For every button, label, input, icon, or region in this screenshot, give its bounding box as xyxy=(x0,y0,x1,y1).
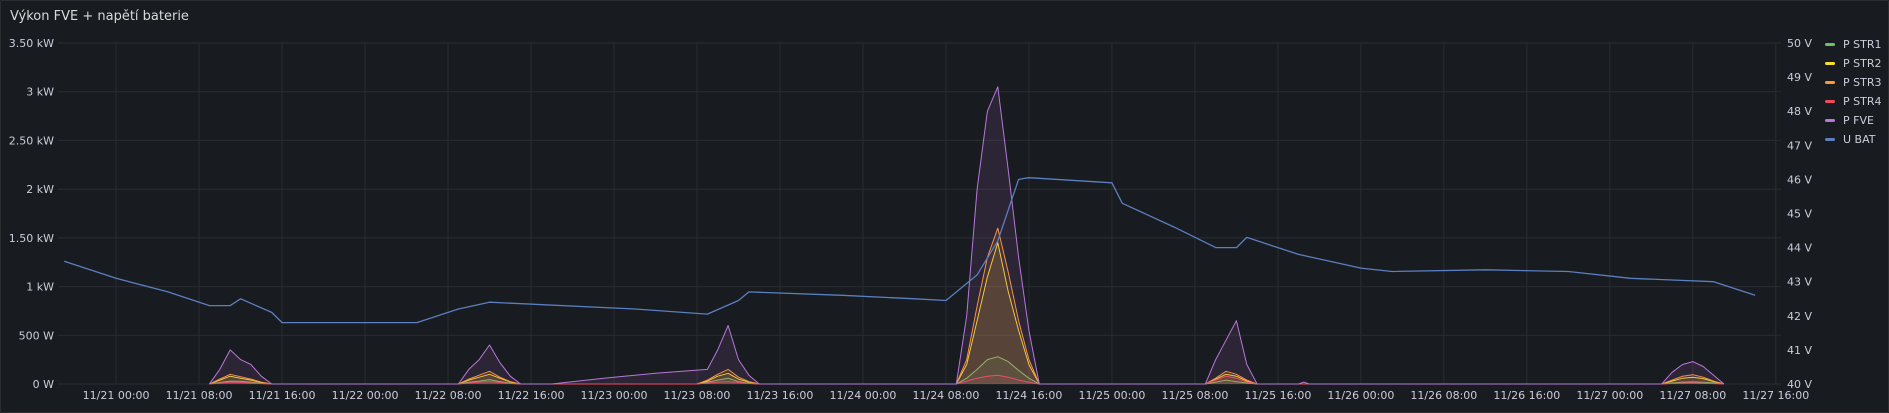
y-left-tick-label: 2.50 kW xyxy=(9,134,54,147)
legend-item[interactable]: P STR1 xyxy=(1825,35,1881,54)
x-tick-label: 11/25 16:00 xyxy=(1244,389,1311,402)
y-left-tick-label: 2 kW xyxy=(26,183,54,196)
x-tick-label: 11/24 00:00 xyxy=(830,389,897,402)
y-left-tick-label: 1 kW xyxy=(26,281,54,294)
y-left-tick-label: 500 W xyxy=(19,329,54,342)
x-tick-label: 11/24 16:00 xyxy=(995,389,1062,402)
x-tick-label: 11/25 08:00 xyxy=(1161,389,1228,402)
x-tick-label: 11/24 08:00 xyxy=(912,389,979,402)
series-u-bat xyxy=(63,177,1756,324)
y-left-tick-label: 1.50 kW xyxy=(9,232,54,245)
x-tick-label: 11/26 16:00 xyxy=(1493,389,1560,402)
x-tick-label: 11/22 16:00 xyxy=(498,389,565,402)
legend-swatch xyxy=(1825,119,1835,122)
x-tick-label: 11/21 00:00 xyxy=(83,389,150,402)
legend-item[interactable]: P STR2 xyxy=(1825,54,1881,73)
legend-swatch xyxy=(1825,100,1835,103)
legend-swatch xyxy=(1825,81,1835,84)
x-tick-label: 11/27 08:00 xyxy=(1659,389,1726,402)
y-left-tick-label: 0 W xyxy=(33,378,54,391)
x-tick-label: 11/27 16:00 xyxy=(1742,389,1809,402)
y-right-tick-label: 42 V xyxy=(1787,310,1812,323)
legend-label: P STR3 xyxy=(1843,76,1882,89)
y-left-tick-label: 3 kW xyxy=(26,86,54,99)
time-series-chart[interactable]: 0 W 500 W 1 kW 1.50 kW 2 kW 2.50 kW 3 kW 3.50 k… xyxy=(1,1,1821,412)
y-right-tick-label: 45 V xyxy=(1787,208,1812,221)
x-tick-label: 11/22 00:00 xyxy=(332,389,399,402)
y-right-tick-label: 44 V xyxy=(1787,242,1812,255)
series-line-u-bat xyxy=(63,177,1756,324)
legend-label: P STR4 xyxy=(1843,95,1882,108)
x-tick-label: 11/22 08:00 xyxy=(415,389,482,402)
y-right-tick-label: 46 V xyxy=(1787,173,1812,186)
x-tick-label: 11/21 08:00 xyxy=(166,389,233,402)
legend-item[interactable]: P STR4 xyxy=(1825,92,1881,111)
series-area-p-fve xyxy=(209,86,1724,384)
x-tick-label: 11/23 00:00 xyxy=(581,389,648,402)
legend-item[interactable]: P STR3 xyxy=(1825,73,1881,92)
x-tick-label: 11/27 00:00 xyxy=(1576,389,1643,402)
y-right-tick-label: 47 V xyxy=(1787,139,1812,152)
y-left-tick-label: 3.50 kW xyxy=(9,37,54,50)
legend-label: P STR1 xyxy=(1843,38,1882,51)
legend-swatch xyxy=(1825,138,1835,141)
legend-item[interactable]: P FVE xyxy=(1825,111,1881,130)
legend: P STR1 P STR2 P STR3 P STR4 P FVE U BAT xyxy=(1825,35,1881,149)
legend-item[interactable]: U BAT xyxy=(1825,130,1881,149)
legend-label: P FVE xyxy=(1843,114,1874,127)
y-right-tick-label: 48 V xyxy=(1787,105,1812,118)
x-tick-label: 11/26 00:00 xyxy=(1327,389,1394,402)
x-tick-label: 11/26 08:00 xyxy=(1410,389,1477,402)
y-right-tick-label: 49 V xyxy=(1787,71,1812,84)
y-right-tick-label: 50 V xyxy=(1787,37,1812,50)
series-p-fve xyxy=(208,86,1725,385)
legend-label: P STR2 xyxy=(1843,57,1882,70)
x-tick-label: 11/21 16:00 xyxy=(249,389,316,402)
legend-label: U BAT xyxy=(1843,133,1876,146)
x-tick-label: 11/23 08:00 xyxy=(664,389,731,402)
legend-swatch xyxy=(1825,62,1835,65)
legend-swatch xyxy=(1825,43,1835,46)
x-tick-label: 11/25 00:00 xyxy=(1078,389,1145,402)
chart-panel: Výkon FVE + napětí baterie 0 W 500 W1 kW 1… xyxy=(0,0,1889,413)
y-right-tick-label: 41 V xyxy=(1787,344,1812,357)
x-tick-label: 11/23 16:00 xyxy=(747,389,814,402)
y-right-tick-label: 43 V xyxy=(1787,276,1812,289)
